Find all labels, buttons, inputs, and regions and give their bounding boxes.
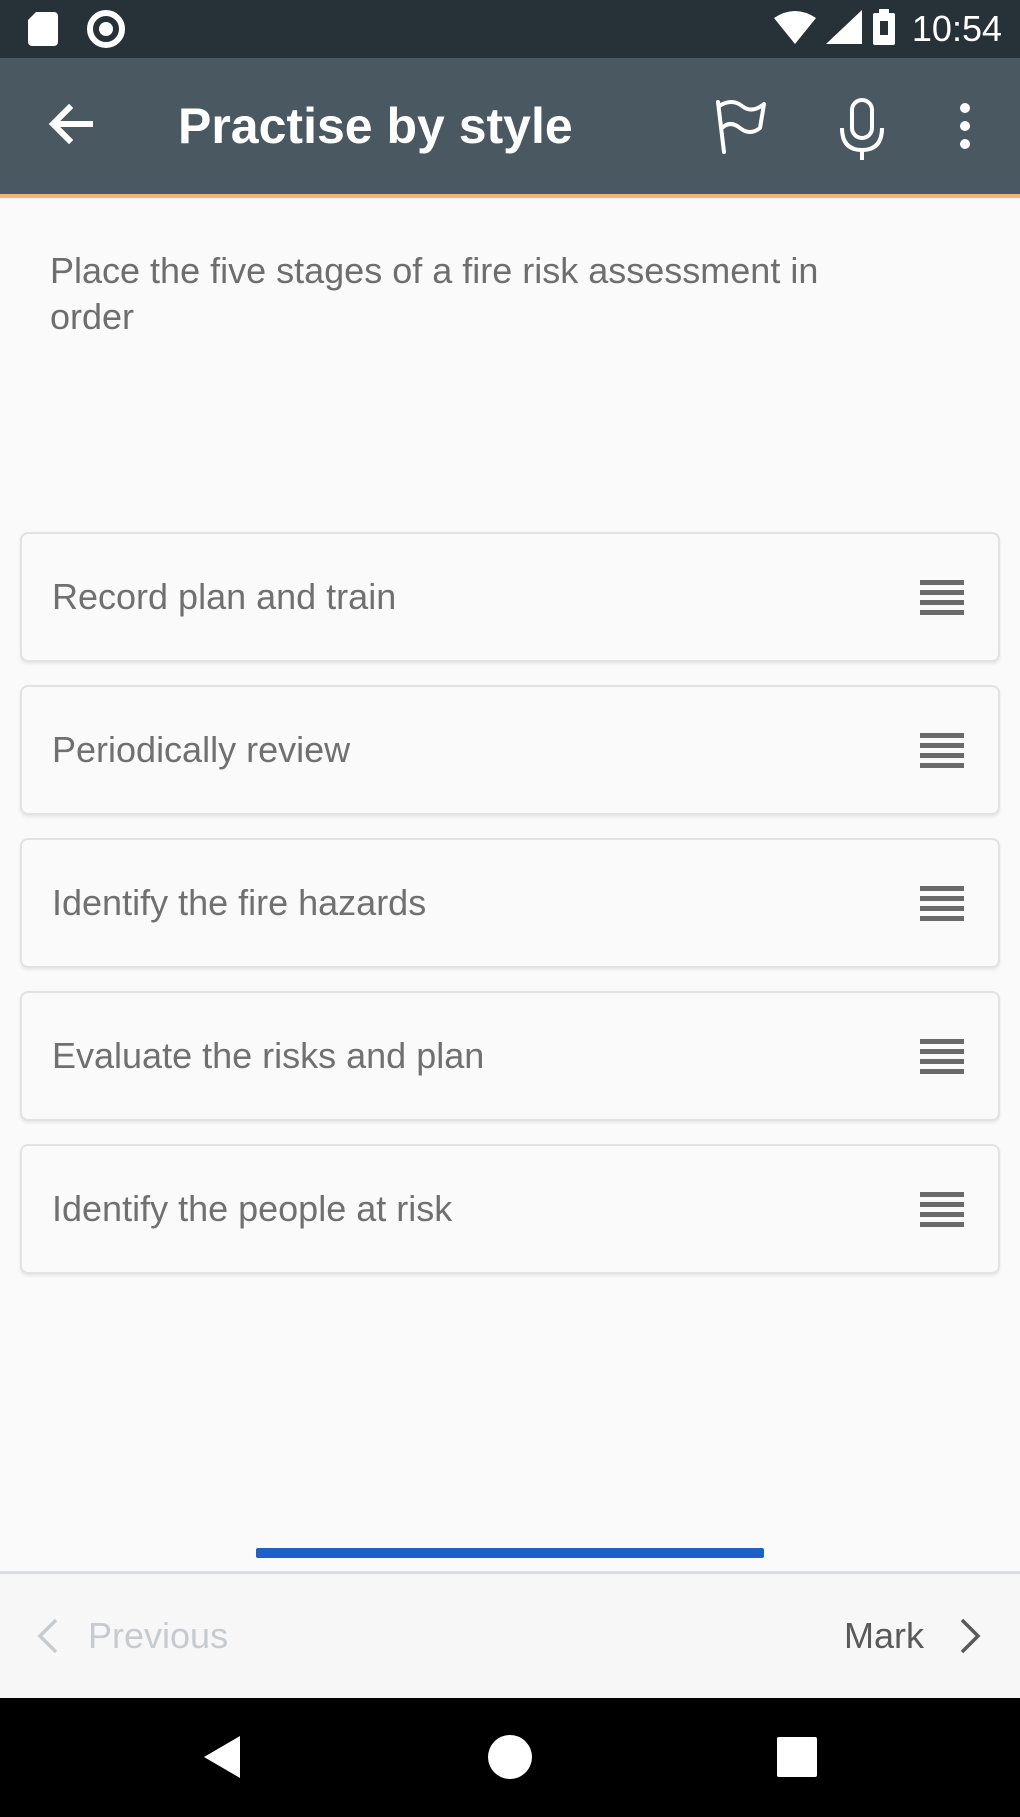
battery-icon: [872, 8, 896, 50]
sd-card-icon: [28, 12, 58, 46]
status-bar: 10:54: [0, 0, 1020, 58]
drag-handle-icon[interactable]: [920, 884, 964, 922]
system-recents-icon[interactable]: [776, 1736, 818, 1778]
page-title: Practise by style: [178, 98, 573, 154]
wifi-icon: [773, 10, 816, 49]
answer-list: Record plan and train Periodically revie…: [20, 532, 1000, 1297]
status-left-icons: [28, 9, 126, 49]
more-vertical-icon: [960, 103, 970, 149]
drag-handle-icon[interactable]: [920, 578, 964, 616]
mark-button[interactable]: Mark: [844, 1604, 984, 1668]
previous-button[interactable]: Previous: [34, 1604, 228, 1668]
sync-circle-icon: [86, 9, 126, 49]
system-navigation-bar: [0, 1698, 1020, 1817]
microphone-button[interactable]: [832, 96, 892, 164]
back-button[interactable]: [42, 96, 98, 152]
mark-label: Mark: [844, 1615, 924, 1656]
cellular-signal-icon: [825, 9, 862, 49]
list-item-label: Identify the people at risk: [52, 1188, 453, 1229]
flag-button[interactable]: [710, 96, 770, 156]
list-item[interactable]: Periodically review: [20, 685, 1000, 815]
list-item-label: Periodically review: [52, 729, 351, 770]
system-back-icon[interactable]: [200, 1734, 244, 1780]
more-options-button[interactable]: [950, 98, 980, 158]
bottom-nav: Previous Mark: [0, 1574, 1020, 1698]
question-text: Place the five stages of a fire risk ass…: [50, 250, 819, 337]
list-item[interactable]: Record plan and train: [20, 532, 1000, 662]
list-item[interactable]: Identify the fire hazards: [20, 838, 1000, 968]
drag-handle-icon[interactable]: [920, 1190, 964, 1228]
back-arrow-icon: [48, 104, 93, 144]
app-bar: Practise by style: [0, 58, 1020, 198]
list-item-label: Record plan and train: [52, 576, 397, 617]
status-time: 10:54: [911, 8, 1002, 49]
list-item-label: Identify the fire hazards: [52, 882, 427, 923]
drag-handle-icon[interactable]: [920, 731, 964, 769]
previous-label: Previous: [88, 1615, 229, 1656]
drag-handle-icon[interactable]: [920, 1037, 964, 1075]
list-item[interactable]: Evaluate the risks and plan: [20, 991, 1000, 1121]
status-right-icons: 10:54: [773, 8, 1002, 50]
list-item-label: Evaluate the risks and plan: [52, 1035, 485, 1076]
microphone-icon: [840, 98, 884, 160]
list-item[interactable]: Identify the people at risk: [20, 1144, 1000, 1274]
progress-indicator: [256, 1548, 764, 1558]
chevron-right-icon: [960, 1618, 981, 1654]
system-home-icon[interactable]: [487, 1734, 533, 1780]
chevron-left-icon: [37, 1618, 58, 1654]
flag-icon: [716, 100, 766, 154]
